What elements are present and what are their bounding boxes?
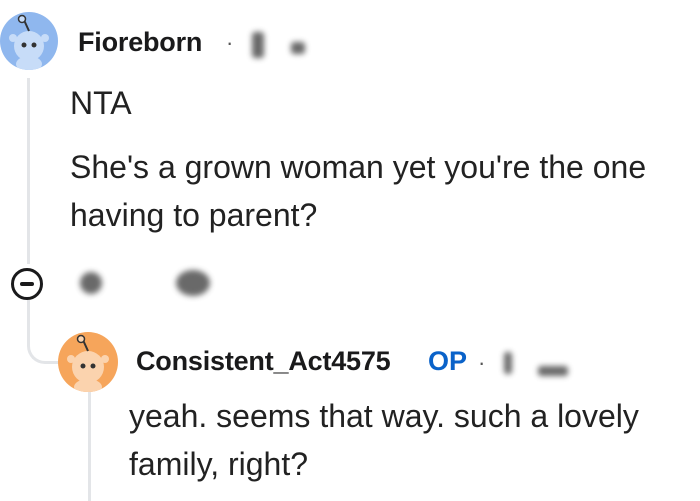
- reddit-snoo-avatar-icon[interactable]: [58, 332, 118, 392]
- comment-body-paragraph: NTA: [70, 85, 132, 121]
- thread-line: [27, 78, 30, 264]
- redacted-metadata: [291, 42, 305, 54]
- meta-separator: ·: [478, 350, 486, 375]
- comment-body-paragraph: She's a grown woman yet you're the one h…: [70, 149, 647, 233]
- comment-author[interactable]: Consistent_Act4575: [136, 346, 391, 377]
- redacted-metadata: [538, 366, 568, 376]
- comment-body-paragraph: yeah. seems that way. such a lovely fami…: [129, 398, 639, 482]
- redacted-metadata: [252, 32, 264, 58]
- comment-author[interactable]: Fioreborn: [78, 27, 202, 58]
- collapse-thread-icon[interactable]: [11, 268, 43, 300]
- reply-connector: [27, 322, 61, 364]
- downvote-icon[interactable]: [176, 270, 210, 296]
- thread-line: [88, 392, 91, 501]
- upvote-icon[interactable]: [80, 272, 102, 294]
- redacted-metadata: [504, 352, 512, 374]
- op-badge: OP: [428, 346, 468, 376]
- reddit-snoo-avatar-icon[interactable]: [0, 12, 58, 70]
- meta-separator: ·: [226, 30, 234, 55]
